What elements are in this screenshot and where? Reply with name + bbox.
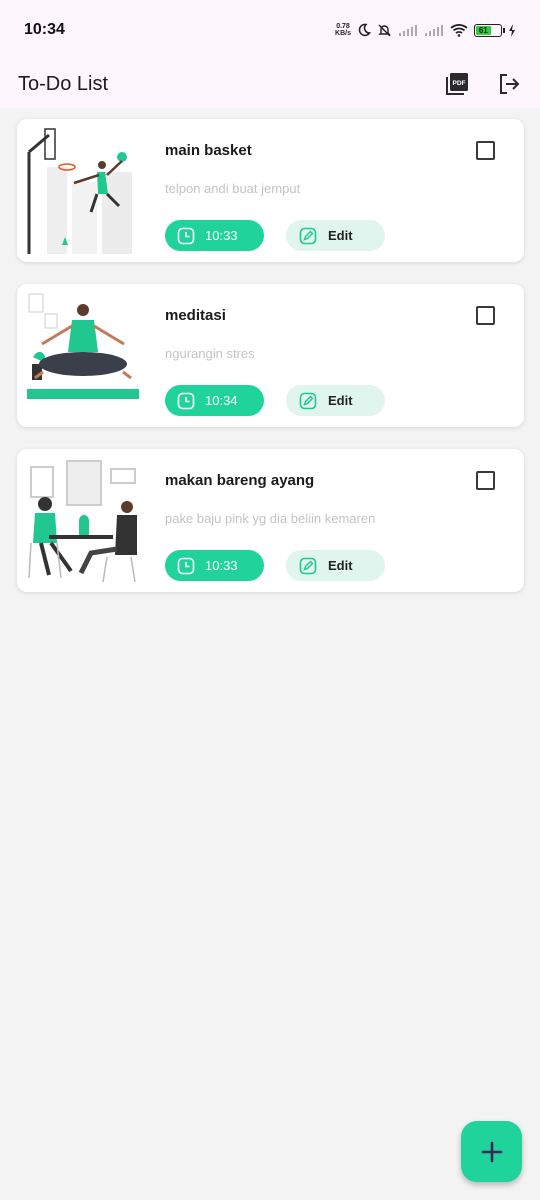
time-chip[interactable]: 10:33 [165, 220, 264, 251]
edit-icon [299, 392, 317, 409]
edit-icon [299, 557, 317, 574]
edit-button-label: Edit [328, 228, 353, 243]
signal-icon [399, 25, 417, 36]
task-checkbox[interactable] [476, 306, 495, 325]
basketball-illustration [27, 128, 132, 254]
clock-icon [177, 557, 195, 574]
time-chip-label: 10:33 [205, 228, 238, 243]
battery-level: 61 [476, 25, 491, 35]
bell-off-icon [378, 24, 391, 36]
net-speed-unit: KB/s [335, 30, 351, 37]
logout-button[interactable] [496, 71, 522, 97]
pdf-export-button[interactable]: PDF [444, 71, 470, 97]
task-description: ngurangin stres [165, 346, 255, 361]
task-checkbox[interactable] [476, 471, 495, 490]
edit-icon [299, 227, 317, 244]
task-description: pake baju pink yg dia beliin kemaren [165, 511, 376, 526]
app-title: To-Do List [18, 72, 109, 95]
edit-button[interactable]: Edit [286, 550, 385, 581]
edit-button[interactable]: Edit [286, 220, 385, 251]
task-list: main basket telpon andi buat jemput 10:3… [17, 119, 524, 614]
app-bar: To-Do List PDF [0, 60, 540, 108]
edit-button-label: Edit [328, 558, 353, 573]
net-speed: 0.78 KB/s [335, 23, 351, 37]
app-bar-actions: PDF [444, 71, 522, 97]
status-icons: 0.78 KB/s 61 [335, 23, 516, 38]
clock-icon [177, 392, 195, 409]
edit-button[interactable]: Edit [286, 385, 385, 416]
moon-icon [358, 23, 371, 37]
edit-button-label: Edit [328, 393, 353, 408]
wifi-icon [450, 24, 468, 37]
add-task-button[interactable] [461, 1121, 522, 1182]
status-bar: 10:34 0.78 KB/s 61 [0, 0, 540, 60]
dinner-date-illustration [28, 460, 137, 583]
plus-icon [481, 1141, 502, 1162]
battery-icon: 61 [474, 23, 505, 37]
logout-icon [500, 74, 520, 94]
task-checkbox[interactable] [476, 141, 495, 160]
task-title: meditasi [165, 307, 226, 324]
time-chip[interactable]: 10:33 [165, 550, 264, 581]
task-card[interactable]: main basket telpon andi buat jemput 10:3… [17, 119, 524, 262]
task-title: main basket [165, 142, 252, 159]
task-title: makan bareng ayang [165, 472, 315, 489]
pdf-icon: PDF [446, 73, 468, 95]
task-card[interactable]: makan bareng ayang pake baju pink yg dia… [17, 449, 524, 592]
signal-icon [425, 25, 443, 36]
time-chip-label: 10:33 [205, 558, 238, 573]
pdf-icon-label: PDF [453, 80, 466, 87]
time-chip[interactable]: 10:34 [165, 385, 264, 416]
time-chip-label: 10:34 [205, 393, 238, 408]
clock-icon [177, 227, 195, 244]
status-time: 10:34 [24, 21, 65, 38]
task-description: telpon andi buat jemput [165, 181, 301, 196]
charging-icon [509, 23, 515, 37]
task-card[interactable]: meditasi ngurangin stres 10:34 Edit [17, 284, 524, 427]
net-speed-value: 0.78 [336, 23, 350, 30]
meditation-illustration [27, 293, 139, 399]
